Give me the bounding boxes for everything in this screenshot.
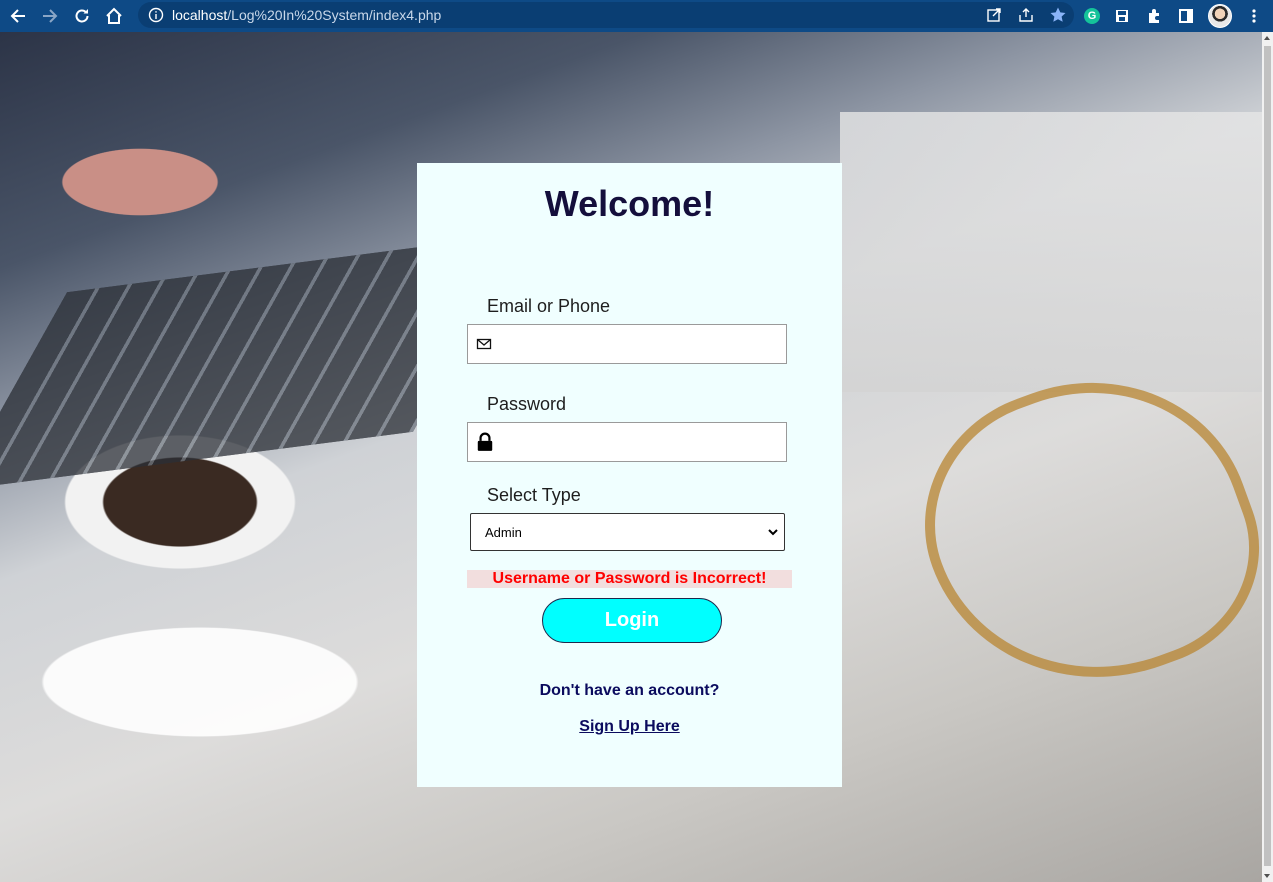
- error-message: Username or Password is Incorrect!: [467, 570, 792, 588]
- chevron-down-icon: [768, 529, 778, 536]
- grammarly-extension-icon[interactable]: G: [1084, 8, 1100, 24]
- user-type-select[interactable]: Admin: [470, 513, 785, 551]
- scroll-up-arrow-icon[interactable]: [1264, 36, 1270, 40]
- page-title: Welcome!: [544, 183, 715, 224]
- password-field[interactable]: [467, 422, 787, 462]
- forward-icon[interactable]: [36, 2, 64, 30]
- info-icon[interactable]: [148, 7, 164, 23]
- page-scrollbar[interactable]: [1262, 32, 1273, 882]
- side-panel-icon[interactable]: [1176, 5, 1196, 27]
- reload-icon[interactable]: [68, 2, 96, 30]
- bookmark-star-icon[interactable]: [1048, 5, 1068, 25]
- type-label: Select Type: [487, 485, 581, 505]
- login-button[interactable]: Login: [542, 598, 722, 643]
- password-label: Password: [487, 394, 567, 414]
- signup-link[interactable]: Sign Up Here: [417, 718, 842, 736]
- address-url[interactable]: localhost/Log%20In%20System/index4.php: [172, 7, 441, 23]
- scrollbar-thumb[interactable]: [1264, 46, 1271, 866]
- background-glasses: [888, 336, 1262, 728]
- url-path: /Log%20In%20System/index4.php: [227, 7, 442, 23]
- url-host: localhost: [172, 7, 228, 23]
- open-external-icon[interactable]: [984, 5, 1004, 25]
- extensions-puzzle-icon[interactable]: [1144, 5, 1164, 27]
- share-icon[interactable]: [1016, 5, 1036, 25]
- password-input[interactable]: [498, 427, 782, 459]
- envelope-icon: [476, 338, 492, 350]
- no-account-text: Don't have an account?: [539, 682, 720, 699]
- back-icon[interactable]: [4, 2, 32, 30]
- save-extension-icon[interactable]: [1112, 5, 1132, 27]
- address-bar[interactable]: localhost/Log%20In%20System/index4.php: [138, 2, 1074, 28]
- home-icon[interactable]: [100, 2, 128, 30]
- login-card: Welcome! Email or Phone Password Select …: [417, 163, 842, 787]
- scroll-down-arrow-icon[interactable]: [1264, 874, 1270, 878]
- email-field[interactable]: [467, 324, 787, 364]
- lock-icon: [477, 432, 493, 451]
- user-type-selected-value: Admin: [485, 525, 522, 540]
- email-label: Email or Phone: [487, 296, 611, 316]
- menu-kebab-icon[interactable]: [1244, 5, 1264, 27]
- browser-toolbar: localhost/Log%20In%20System/index4.php G: [0, 0, 1273, 32]
- signup-link-label[interactable]: Sign Up Here: [579, 718, 679, 735]
- email-input[interactable]: [498, 329, 782, 361]
- profile-avatar[interactable]: [1208, 4, 1232, 28]
- background-laptop: [840, 112, 1262, 392]
